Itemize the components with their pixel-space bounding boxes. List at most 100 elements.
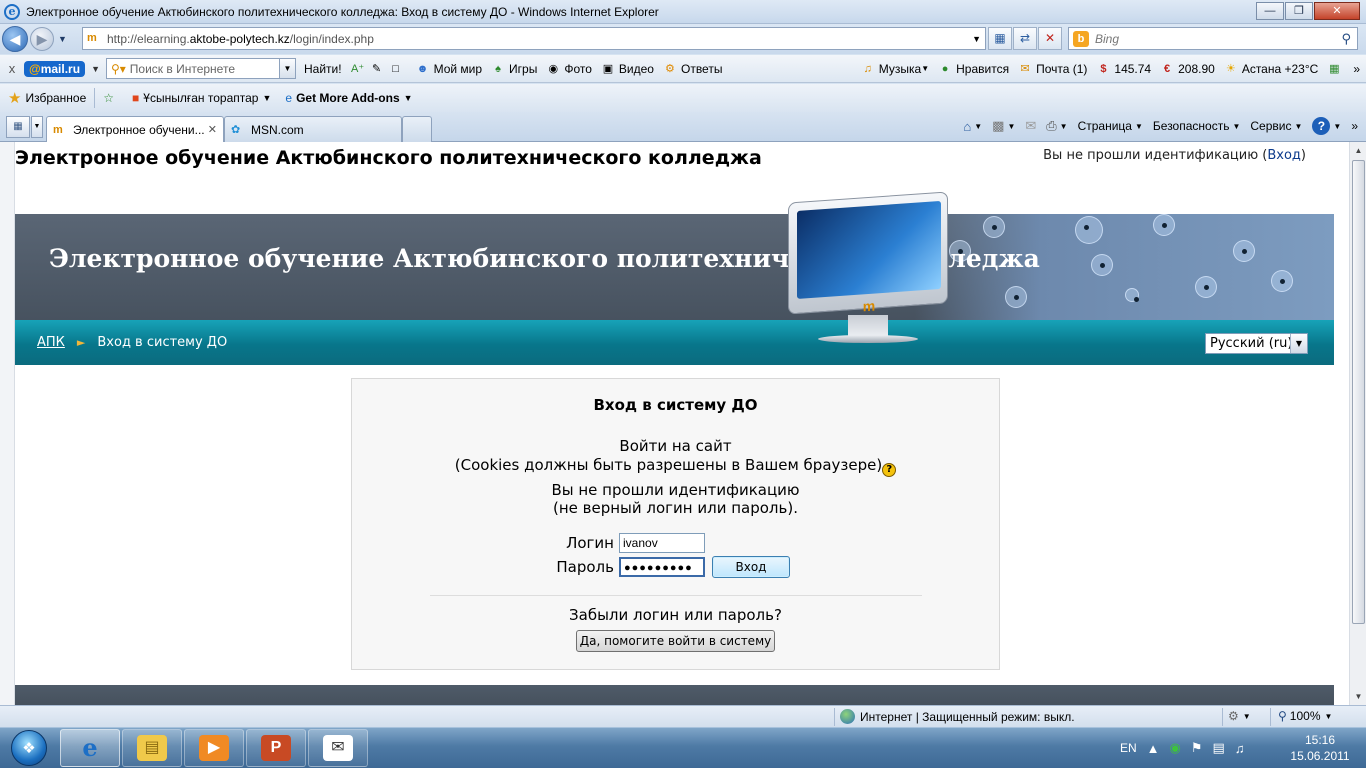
envelope-icon: ✉ <box>1020 62 1030 75</box>
search-history-dropdown[interactable]: ▼ <box>278 59 295 78</box>
msn-favicon-icon: ✿ <box>231 124 241 136</box>
video-link[interactable]: ▣ Видео <box>600 62 654 76</box>
command-overflow-icon[interactable]: » <box>1351 119 1358 133</box>
new-tab-button[interactable] <box>402 116 432 142</box>
search-engine-icon[interactable]: ⚲▾ <box>111 62 126 76</box>
mailru-logo[interactable]: @mail.ru <box>24 60 86 77</box>
network-icon[interactable]: ▤ <box>1213 740 1225 756</box>
mailru-menu-dropdown[interactable]: ▼ <box>91 64 100 74</box>
login-button[interactable]: Вход <box>712 556 790 578</box>
help-menu[interactable]: ? ▼ <box>1312 117 1341 135</box>
close-tab-icon[interactable]: ✕ <box>208 123 217 136</box>
forgot-text: Забыли логин или пароль? <box>569 606 782 624</box>
mailru-search-input[interactable]: ⚲▾ Поиск в Интернете ▼ <box>105 58 296 79</box>
site-name: Электронное обучение Актюбинского полите… <box>15 147 762 169</box>
show-hidden-icons[interactable]: ▲ <box>1147 741 1160 756</box>
vertical-scrollbar[interactable]: ▲ ▼ <box>1349 142 1366 705</box>
windows-taskbar: ❖ e ▤ ▶ P ✉ EN ▲ ◉ ⚑ ▤ ♫ 15:16 15.06.201… <box>0 727 1366 768</box>
get-addons-link[interactable]: e Get More Add-ons ▼ <box>285 91 412 105</box>
protected-mode-button[interactable]: ⚙ ▼ <box>1228 709 1251 723</box>
zoom-control[interactable]: ⚲ 100% ▼ <box>1278 709 1332 723</box>
highlight-icon[interactable]: A⁺ ✎ □ <box>350 62 407 76</box>
address-field[interactable]: m http://elearning.aktobe-polytech.kz/lo… <box>82 27 986 50</box>
minimize-button[interactable]: — <box>1256 2 1284 20</box>
address-dropdown-icon[interactable]: ▼ <box>972 34 981 44</box>
refresh-icon[interactable]: ⇄ <box>1013 27 1037 50</box>
network-agent-icon[interactable]: ◉ <box>1170 740 1181 756</box>
volume-icon[interactable]: ♫ <box>1235 741 1245 756</box>
compatibility-view-icon[interactable]: ▦ <box>988 27 1012 50</box>
safety-menu[interactable]: Безопасность ▼ <box>1153 119 1240 133</box>
tab-list-dropdown[interactable]: ▼ <box>31 116 43 138</box>
add-to-favorites-icon[interactable]: ☆ <box>103 91 118 105</box>
home-button[interactable]: ⌂ ▼ <box>963 119 982 134</box>
search-box[interactable]: b Bing ⚲ <box>1068 27 1358 50</box>
login-link[interactable]: Вход <box>1267 148 1301 163</box>
help-icon[interactable]: ? <box>882 463 897 477</box>
address-url[interactable]: http://elearning.aktobe-polytech.kz/logi… <box>107 32 374 46</box>
stop-icon[interactable]: ✕ <box>1038 27 1062 50</box>
taskbar-clock[interactable]: 15:16 15.06.2011 <box>1280 732 1360 764</box>
scroll-down-icon[interactable]: ▼ <box>1351 688 1366 705</box>
feeds-button[interactable]: ▩ ▼ <box>992 118 1015 134</box>
scroll-thumb[interactable] <box>1352 160 1365 624</box>
sun-icon: ☀ <box>1225 62 1236 75</box>
back-button[interactable]: ◀ <box>2 26 28 52</box>
find-button[interactable]: Найти! <box>304 62 342 76</box>
toolbar-overflow-icon[interactable]: » <box>1353 62 1360 76</box>
forward-button[interactable]: ▶ <box>30 27 54 51</box>
forgot-password-button[interactable]: Да, помогите войти в систему <box>576 630 775 652</box>
eur-rate[interactable]: €208.90 <box>1159 62 1215 76</box>
language-select[interactable]: Русский (ru) ▼ <box>1205 333 1308 354</box>
taskbar-ie[interactable]: e <box>60 729 120 767</box>
moi-mir-link[interactable]: ☻ Мой мир <box>415 62 482 76</box>
clock-time: 15:16 <box>1304 733 1336 747</box>
tab-moodle[interactable]: m Электронное обучени... ✕ <box>46 116 224 142</box>
security-zone[interactable]: Интернет | Защищенный режим: выкл. <box>840 709 1075 724</box>
photo-link[interactable]: ◉ Фото <box>545 62 592 76</box>
games-link[interactable]: ♠ Игры <box>490 62 537 76</box>
taskbar-media-player[interactable]: ▶ <box>184 729 244 767</box>
favorites-button[interactable]: Избранное <box>25 91 86 105</box>
music-link[interactable]: ♫ Музыка ▼ <box>860 62 930 76</box>
action-center-flag-icon[interactable]: ⚑ <box>1191 740 1203 756</box>
chevron-down-icon[interactable]: ▼ <box>1290 334 1307 353</box>
quick-tabs-icon[interactable]: ▦ <box>6 116 30 138</box>
mail-link[interactable]: ✉ Почта (1) <box>1017 62 1087 76</box>
taskbar-explorer[interactable]: ▤ <box>122 729 182 767</box>
euro-icon: € <box>1164 62 1171 75</box>
breadcrumb-home-link[interactable]: АПК <box>37 335 65 350</box>
keyboard-language[interactable]: EN <box>1120 741 1137 755</box>
password-input[interactable]: ●●●●●●●●● <box>619 557 705 577</box>
recent-pages-dropdown[interactable]: ▼ <box>58 34 67 44</box>
clock-date: 15.06.2011 <box>1290 749 1350 763</box>
likes-link[interactable]: ● Нравится <box>937 62 1009 76</box>
gears-icon: ⚙ <box>1228 709 1239 723</box>
home-icon: ⌂ <box>963 118 972 134</box>
favorites-star-icon[interactable]: ★ <box>8 89 21 107</box>
people-icon: ☻ <box>416 62 429 75</box>
read-mail-button[interactable]: ✉ <box>1025 118 1036 134</box>
close-window-button[interactable]: ✕ <box>1314 2 1360 20</box>
scroll-up-icon[interactable]: ▲ <box>1351 142 1366 159</box>
tools-menu[interactable]: Сервис ▼ <box>1250 119 1302 133</box>
search-input[interactable]: Bing <box>1095 32 1119 46</box>
taskbar-powerpoint[interactable]: P <box>246 729 306 767</box>
start-button[interactable]: ❖ <box>3 728 55 768</box>
login-box: Вход в систему ДО Войти на сайт (Cookies… <box>351 378 1000 670</box>
login-error-line1: Вы не прошли идентификацию <box>551 481 800 499</box>
username-input[interactable]: ivanov <box>619 533 705 553</box>
suggested-sites-link[interactable]: ■ Ұсынылған тораптар ▼ <box>132 91 271 105</box>
taskbar-mail-agent[interactable]: ✉ <box>308 729 368 767</box>
dollar-icon: $ <box>1100 62 1107 75</box>
print-button[interactable]: ⎙ ▼ <box>1046 118 1067 134</box>
close-toolbar-icon[interactable]: x <box>0 61 24 76</box>
tab-msn[interactable]: ✿ MSN.com <box>224 116 402 142</box>
weather-link[interactable]: ☀ Астана +23°C <box>1223 62 1318 76</box>
page-menu[interactable]: Страница ▼ <box>1078 119 1143 133</box>
search-icon[interactable]: ⚲ <box>1341 31 1351 47</box>
toolbar-settings-icon[interactable]: ▦ <box>1326 62 1345 76</box>
maximize-button[interactable]: ❐ <box>1285 2 1313 20</box>
usd-rate[interactable]: $145.74 <box>1095 62 1151 76</box>
answers-link[interactable]: ⚙ Ответы <box>662 62 722 76</box>
